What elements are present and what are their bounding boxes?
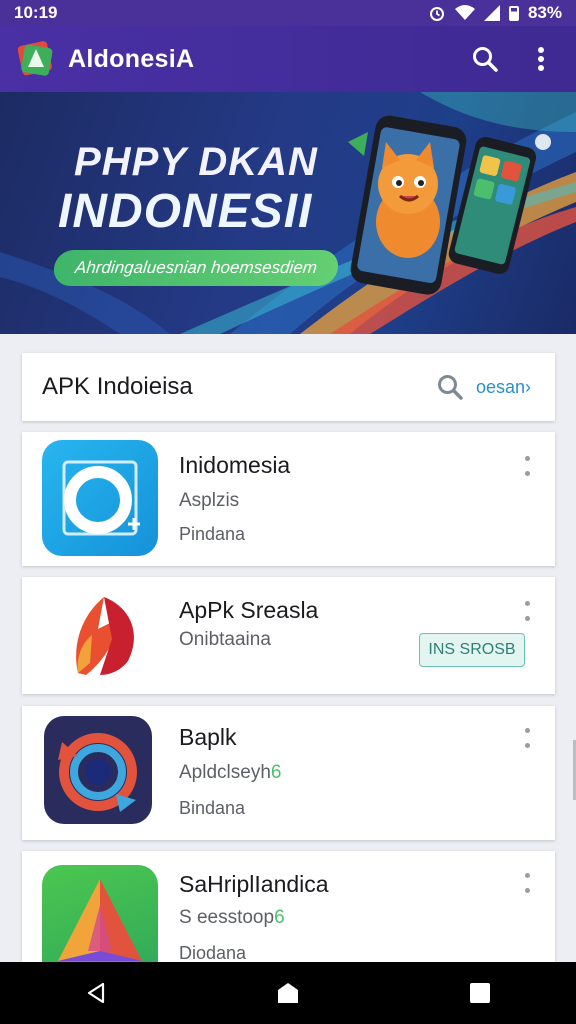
- list-item-app-1[interactable]: Inidomesia Asplzis Pindana: [22, 432, 555, 566]
- more-vert-icon: [538, 47, 544, 71]
- app-subtitle: Apldclseyh6: [179, 762, 281, 784]
- promo-banner[interactable]: PHPY DKAN INDONESII Ahrdingaluesnian hoe…: [0, 92, 576, 334]
- recents-button[interactable]: [450, 968, 510, 1018]
- app-logo-icon: [17, 41, 53, 76]
- mascot-phones-illustration: [348, 115, 551, 295]
- camera-lens-icon: [62, 460, 140, 536]
- list-item-app-2[interactable]: ApPk Sreasla Onibtaaina INS SROSB: [22, 577, 555, 694]
- search-card-title: APK Indoieisa: [42, 373, 193, 400]
- more-options-icon[interactable]: [523, 728, 531, 748]
- app-subtitle-text: Apldclseyh: [179, 762, 271, 783]
- more-options-icon[interactable]: [523, 873, 531, 893]
- media-player-icon: [58, 733, 137, 812]
- back-icon: [87, 982, 105, 1004]
- app-subtitle-accent: 6: [270, 762, 282, 783]
- status-bar: 10:19 83%: [0, 0, 576, 26]
- app-subtitle: Onibtaaina: [179, 629, 271, 650]
- app-bar: AldonesiA: [0, 26, 576, 92]
- search-link[interactable]: oesan›: [476, 377, 531, 398]
- search-icon: [437, 375, 463, 400]
- overflow-menu-button[interactable]: [520, 38, 562, 80]
- search-icon: [473, 47, 498, 72]
- app-name: Inidomesia: [179, 452, 291, 478]
- app-icon-2: [42, 577, 158, 693]
- navigation-bar: [0, 962, 576, 1024]
- list-item-app-3[interactable]: Baplk Apldclseyh6 Bindana: [22, 706, 555, 840]
- app-category: Bindana: [179, 798, 246, 818]
- app-name: Baplk: [179, 724, 237, 750]
- recents-icon: [470, 983, 490, 1003]
- search-button[interactable]: [464, 38, 506, 80]
- flame-logo-icon: [76, 597, 134, 675]
- app-category: Diodana: [179, 943, 247, 962]
- app-name: ApPk Sreasla: [179, 597, 319, 623]
- app-icon-4: [42, 865, 158, 962]
- install-button-label: INS SROSB: [428, 641, 516, 658]
- app-icon-1: [42, 440, 158, 556]
- home-button[interactable]: [258, 968, 318, 1018]
- app-subtitle-accent: 6: [274, 907, 285, 928]
- app-subtitle: S eesstoop6: [179, 907, 285, 929]
- app-subtitle: Asplzis: [179, 490, 240, 511]
- app-icon-3: [44, 716, 152, 824]
- wifi-icon: [454, 5, 475, 20]
- triangle-logo-icon: [58, 879, 142, 961]
- search-card[interactable]: APK Indoieisa oesan›: [22, 353, 555, 421]
- more-options-icon[interactable]: [523, 601, 531, 621]
- back-button[interactable]: [66, 968, 126, 1018]
- banner-tagline: Ahrdingaluesnian hoemsesdiem: [74, 258, 319, 277]
- search-card-icon-wrap[interactable]: [436, 373, 464, 401]
- signal-icon: [483, 5, 500, 21]
- app-subtitle-text: S eesstoop: [179, 907, 275, 928]
- alarm-icon: [429, 7, 444, 21]
- battery-icon: [508, 5, 519, 21]
- install-button[interactable]: INS SROSB: [419, 633, 525, 667]
- more-options-icon[interactable]: [523, 456, 531, 476]
- app-name: SaHriplIandica: [179, 871, 329, 897]
- banner-title-line1: PHPY DKAN: [74, 140, 318, 184]
- banner-title-line2: INDONESII: [58, 185, 313, 238]
- banner-tagline-pill[interactable]: Ahrdingaluesnian hoemsesdiem: [52, 250, 340, 286]
- home-icon: [278, 983, 298, 1003]
- battery-text: 83%: [527, 3, 562, 22]
- status-time: 10:19: [14, 3, 58, 22]
- list-item-app-4[interactable]: SaHriplIandica S eesstoop6 Diodana: [22, 851, 555, 962]
- app-title: AldonesiA: [68, 44, 195, 73]
- app-category: Pindana: [179, 524, 246, 544]
